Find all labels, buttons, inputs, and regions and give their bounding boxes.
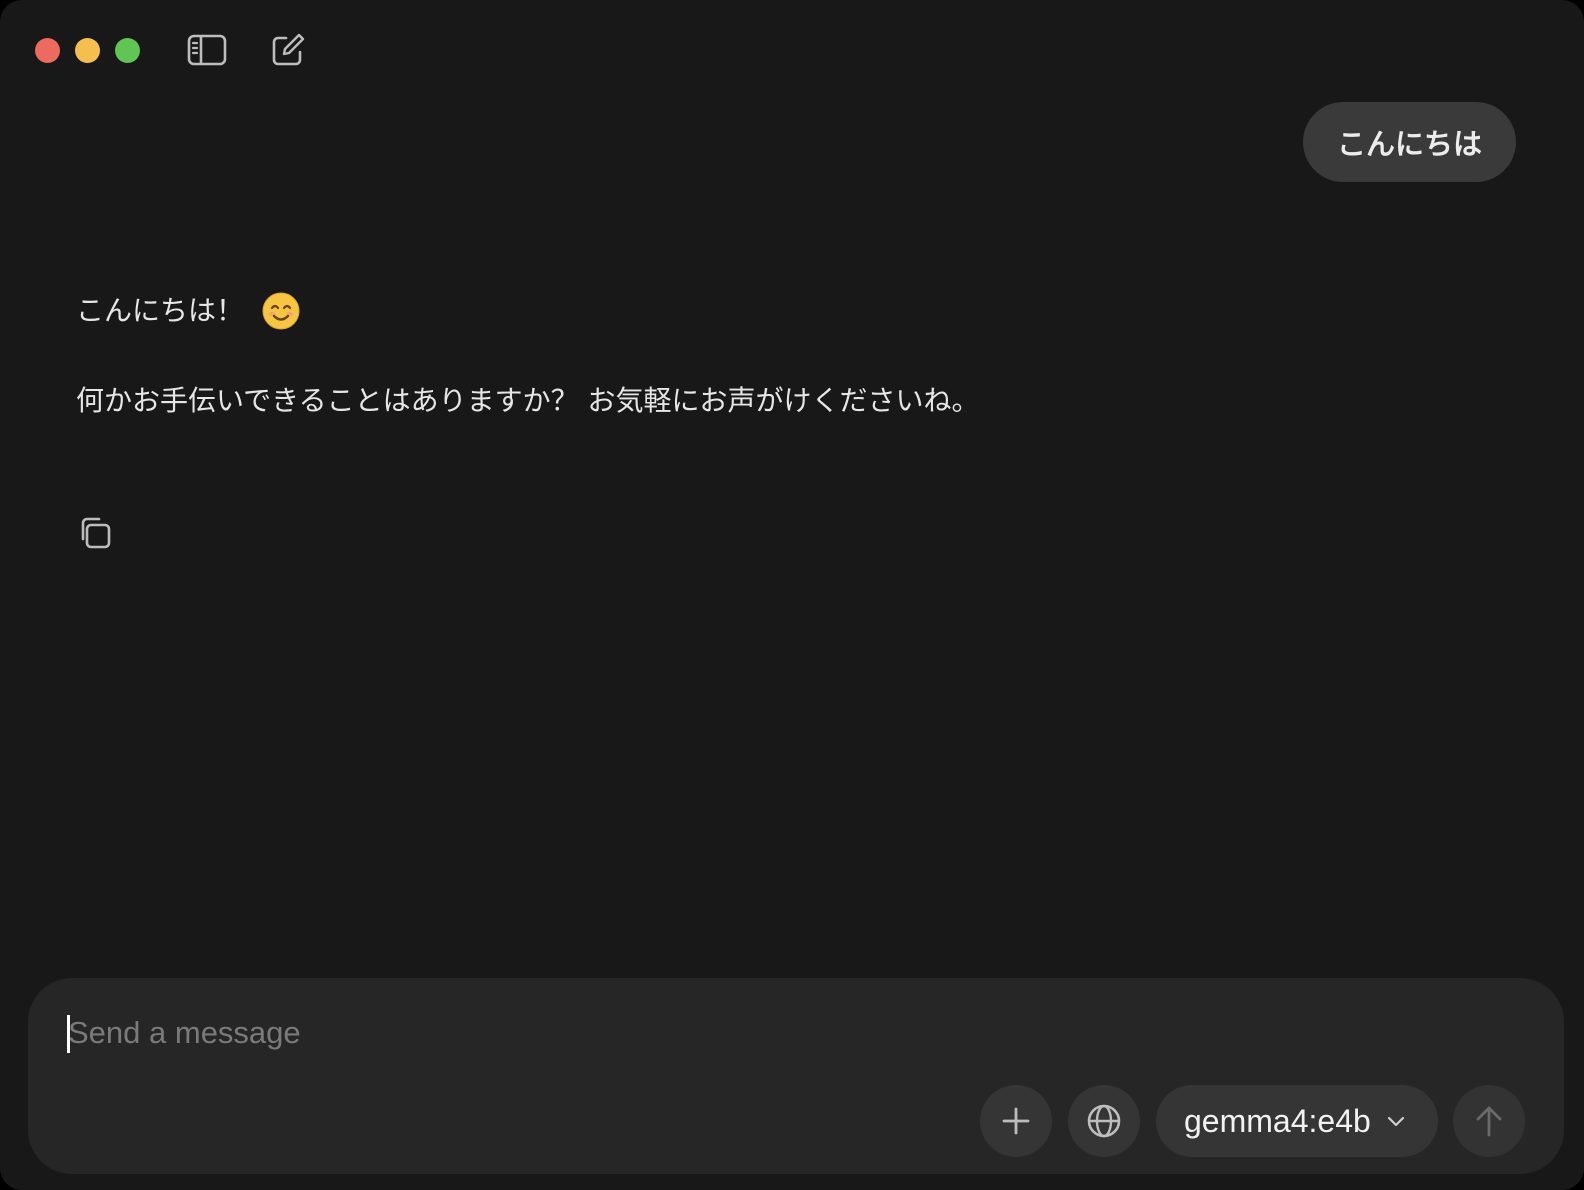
text-caret — [67, 1015, 70, 1053]
assistant-body-text: 何かお手伝いできることはありますか？ お気軽にお声がけくださいね。 — [76, 384, 980, 417]
window-maximize-button[interactable] — [115, 38, 140, 63]
message-input[interactable] — [68, 1008, 1468, 1058]
web-search-button[interactable] — [1068, 1085, 1140, 1157]
model-name: gemma4:e4b — [1184, 1102, 1371, 1139]
assistant-message: こんにちは！ 何かお手伝いできることはありますか？ お気軽にお声がけくださいね。 — [76, 285, 980, 420]
user-message-bubble: こんにちは — [1302, 102, 1516, 182]
user-message-text: こんにちは — [1336, 127, 1482, 161]
assistant-greeting-line: こんにちは！ — [76, 285, 980, 337]
message-composer: gemma4:e4b — [28, 978, 1564, 1174]
globe-icon — [1087, 1104, 1121, 1138]
copy-button[interactable] — [76, 514, 114, 552]
model-selector[interactable]: gemma4:e4b — [1156, 1085, 1438, 1157]
new-chat-icon — [272, 33, 305, 66]
sidebar-toggle-icon — [187, 34, 227, 66]
copy-icon — [81, 517, 111, 549]
assistant-greeting-text: こんにちは！ — [76, 294, 245, 328]
window-close-button[interactable] — [35, 38, 60, 63]
window-minimize-button[interactable] — [75, 38, 100, 63]
attach-button[interactable] — [980, 1085, 1052, 1157]
plus-icon — [1002, 1107, 1030, 1135]
send-button[interactable] — [1453, 1085, 1525, 1157]
sidebar-toggle-button[interactable] — [187, 30, 227, 70]
new-chat-button[interactable] — [268, 30, 308, 70]
arrow-up-icon — [1476, 1106, 1502, 1137]
app-window: こんにちは こんにちは！ 何かお手伝いできることはありますか？ お気軽にお声がけ… — [0, 0, 1584, 1190]
smiling-face-emoji-icon — [262, 292, 300, 330]
chevron-down-icon — [1387, 1115, 1405, 1127]
